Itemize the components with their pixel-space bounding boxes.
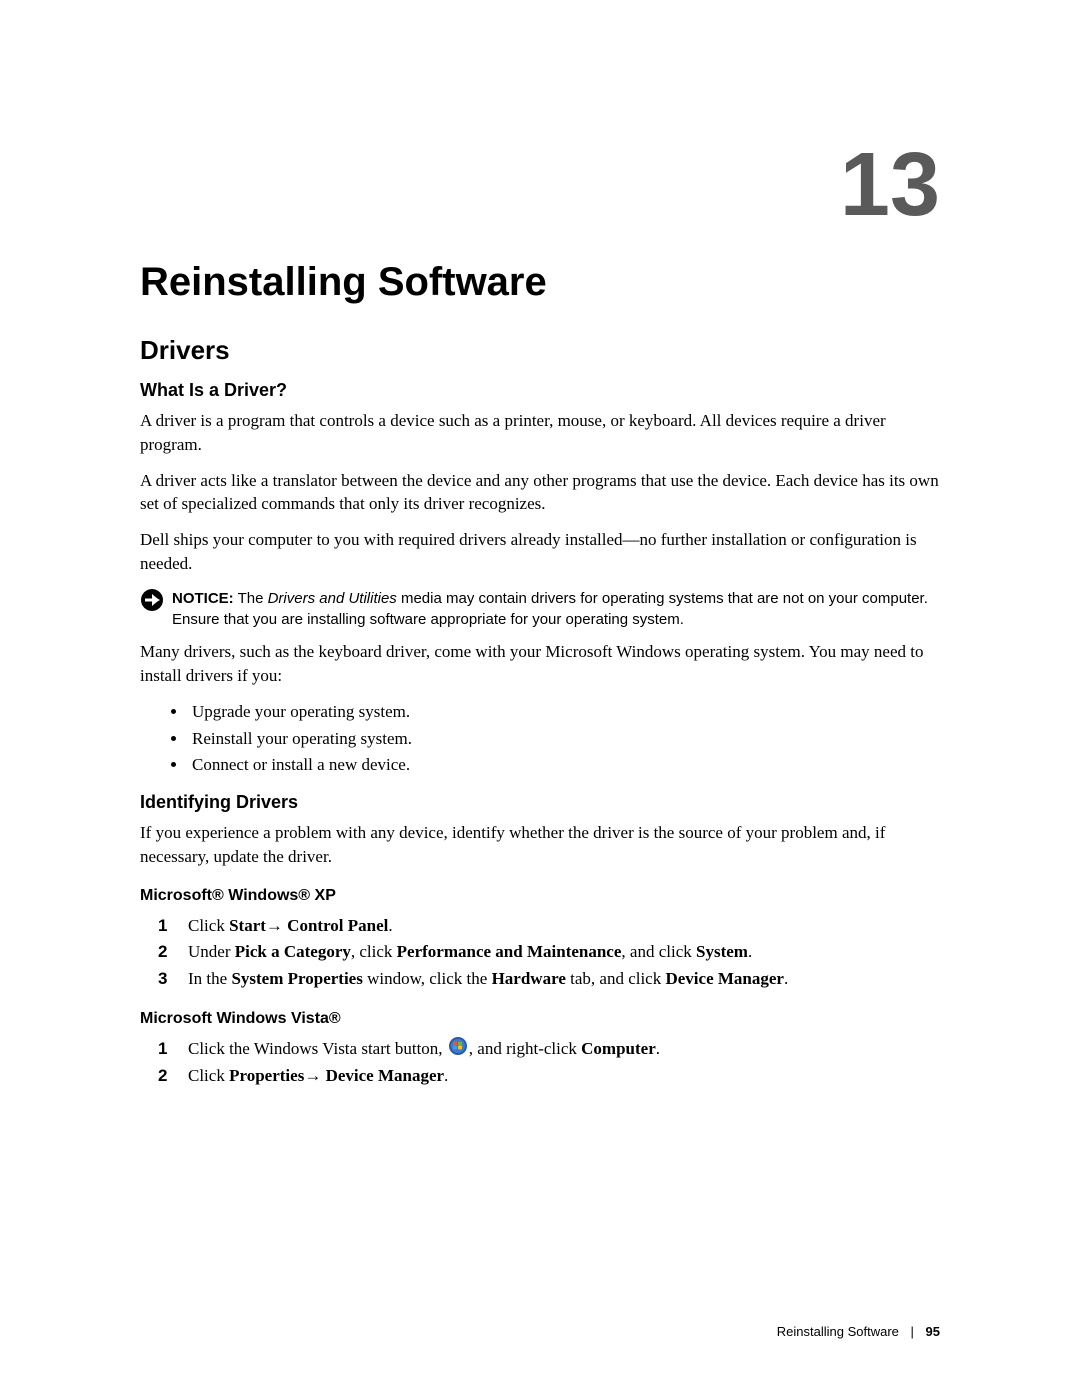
notice-italic: Drivers and Utilities [268,590,397,607]
section-title-drivers: Drivers [140,335,940,366]
notice-block: NOTICE: The Drivers and Utilities media … [140,588,940,630]
list-item: Under Pick a Category, click Performance… [140,939,940,965]
list-item: Click Start→ Control Panel. [140,913,940,939]
subsection-identifying-drivers: Identifying Drivers [140,792,940,813]
paragraph: Many drivers, such as the keyboard drive… [140,640,940,688]
chapter-number: 13 [140,140,940,230]
paragraph: A driver is a program that controls a de… [140,409,940,457]
paragraph: A driver acts like a translator between … [140,469,940,517]
list-item: Click the Windows Vista start button, , … [140,1036,940,1063]
list-item: Upgrade your operating system. [188,699,940,725]
subsection-what-is-driver: What Is a Driver? [140,380,940,401]
paragraph: Dell ships your computer to you with req… [140,528,940,576]
footer-separator: | [911,1324,914,1339]
numbered-list-xp: Click Start→ Control Panel. Under Pick a… [140,913,940,992]
list-item: In the System Properties window, click t… [140,966,940,992]
numbered-list-vista: Click the Windows Vista start button, , … [140,1036,940,1090]
notice-text-before: The [234,590,268,607]
windows-vista-start-icon [449,1037,467,1063]
list-item: Reinstall your operating system. [188,726,940,752]
chapter-title: Reinstalling Software [140,260,940,305]
notice-text: NOTICE: The Drivers and Utilities media … [172,588,940,630]
notice-icon [140,588,164,617]
bullet-list: Upgrade your operating system. Reinstall… [140,699,940,778]
heading-windows-vista: Microsoft Windows Vista® [140,1010,940,1028]
list-item: Click Properties→ Device Manager. [140,1063,940,1089]
list-item: Connect or install a new device. [188,752,940,778]
page-footer: Reinstalling Software | 95 [777,1324,940,1339]
paragraph: If you experience a problem with any dev… [140,821,940,869]
heading-windows-xp: Microsoft® Windows® XP [140,887,940,905]
notice-label: NOTICE: [172,590,234,607]
footer-page-number: 95 [926,1324,940,1339]
footer-title: Reinstalling Software [777,1324,899,1339]
